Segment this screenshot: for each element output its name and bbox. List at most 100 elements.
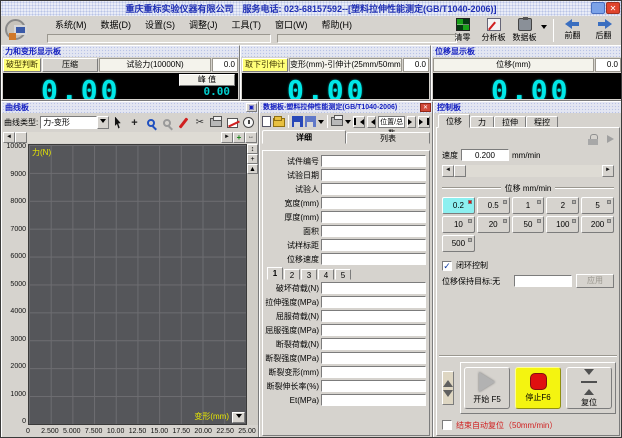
page-next-button[interactable]: 后翻 bbox=[588, 17, 619, 41]
scroll-track[interactable] bbox=[454, 165, 602, 177]
prev-record-button[interactable] bbox=[367, 116, 376, 128]
close-panel-button[interactable]: ✕ bbox=[420, 103, 431, 112]
plot-options-button[interactable] bbox=[232, 412, 245, 423]
speed-input[interactable]: 0.200 bbox=[461, 149, 509, 161]
timer-button[interactable] bbox=[242, 115, 256, 130]
curve-type-select[interactable]: 力-变形 bbox=[40, 116, 109, 129]
scroll-thumb[interactable] bbox=[454, 165, 466, 177]
hold-target-input[interactable] bbox=[514, 275, 572, 287]
scroll-left-icon[interactable]: ◄ bbox=[442, 165, 454, 177]
speed-preset-button[interactable]: 10 bbox=[442, 216, 475, 233]
field-input[interactable] bbox=[321, 197, 426, 209]
menu-item[interactable]: 系统(M) bbox=[49, 16, 95, 33]
reset-button[interactable]: 复位 bbox=[566, 367, 612, 409]
toolbar-dropdown-icon[interactable] bbox=[541, 25, 547, 32]
speed-preset-button[interactable]: 200 bbox=[581, 216, 614, 233]
specimen-subtab[interactable]: 2 bbox=[284, 269, 300, 280]
control-tab[interactable]: 位移 bbox=[438, 114, 470, 128]
cursor-tool-button[interactable] bbox=[111, 115, 125, 130]
specimen-subtab[interactable]: 1 bbox=[267, 267, 283, 280]
save-button[interactable] bbox=[292, 114, 303, 129]
field-input[interactable] bbox=[321, 338, 426, 350]
open-button[interactable] bbox=[273, 114, 285, 129]
closed-loop-checkbox[interactable]: ✓ bbox=[442, 261, 452, 271]
scroll-left-icon[interactable]: ◄ bbox=[3, 132, 15, 143]
speed-preset-button[interactable]: 0.5 bbox=[477, 197, 510, 214]
scroll-thumb[interactable] bbox=[15, 132, 27, 143]
expand-right-icon[interactable] bbox=[607, 135, 614, 143]
speed-preset-button[interactable]: 1 bbox=[512, 197, 545, 214]
chart-vertical-scrollbar[interactable]: ↕ + ▲ bbox=[247, 144, 258, 425]
specimen-subtab[interactable]: 4 bbox=[318, 269, 334, 280]
field-input[interactable] bbox=[321, 310, 426, 322]
field-input[interactable] bbox=[321, 211, 426, 223]
next-record-button[interactable] bbox=[407, 116, 416, 128]
cut-button[interactable]: ✂ bbox=[193, 115, 207, 130]
field-input[interactable] bbox=[321, 225, 426, 237]
field-input[interactable] bbox=[321, 183, 426, 195]
field-input[interactable] bbox=[321, 253, 426, 265]
menu-item[interactable]: 窗口(W) bbox=[269, 16, 316, 33]
field-input[interactable] bbox=[321, 352, 426, 364]
apply-button[interactable]: 应用 bbox=[576, 274, 614, 288]
break-detect-button[interactable]: 破型判断 bbox=[3, 58, 41, 72]
chart-plot-area[interactable]: 力(N) 变形(mm) bbox=[28, 144, 247, 425]
page-prev-button[interactable]: 前翻 bbox=[557, 17, 588, 41]
last-record-button[interactable] bbox=[418, 116, 430, 128]
zoom-in-button[interactable] bbox=[144, 115, 158, 130]
print-button[interactable] bbox=[331, 114, 343, 129]
start-button[interactable]: 开始 F5 bbox=[464, 367, 510, 409]
scroll-right-icon[interactable]: ► bbox=[602, 165, 614, 177]
annotate-pen-button[interactable] bbox=[176, 115, 190, 130]
data-board-button[interactable]: 数据板 bbox=[509, 17, 540, 43]
speed-preset-button[interactable]: 2 bbox=[546, 197, 579, 214]
crosshair-tool-button[interactable]: + bbox=[127, 115, 141, 130]
auto-reset-checkbox[interactable] bbox=[442, 420, 452, 430]
field-input[interactable] bbox=[321, 239, 426, 251]
jog-button[interactable] bbox=[442, 371, 454, 405]
field-input[interactable] bbox=[321, 394, 426, 406]
menu-item[interactable]: 帮助(H) bbox=[316, 16, 361, 33]
minimize-button[interactable] bbox=[591, 2, 605, 14]
menu-item[interactable]: 设置(S) bbox=[139, 16, 183, 33]
field-input[interactable] bbox=[321, 324, 426, 336]
export-button[interactable] bbox=[305, 114, 316, 129]
zoom-out-button[interactable] bbox=[160, 115, 174, 130]
restore-panel-button[interactable]: ▣ bbox=[246, 103, 257, 112]
data-tab[interactable]: 列表 bbox=[346, 132, 430, 144]
data-tab[interactable]: 详细 bbox=[262, 130, 346, 144]
field-input[interactable] bbox=[321, 380, 426, 392]
chevron-down-icon[interactable] bbox=[97, 116, 109, 129]
new-record-button[interactable] bbox=[262, 114, 271, 129]
specimen-subtab[interactable]: 3 bbox=[301, 269, 317, 280]
print-dropdown-icon[interactable] bbox=[345, 120, 351, 127]
save-dropdown-icon[interactable] bbox=[318, 120, 324, 127]
field-input[interactable] bbox=[321, 296, 426, 308]
scroll-up-icon[interactable]: ▲ bbox=[247, 164, 258, 174]
lock-icon[interactable] bbox=[588, 134, 599, 145]
print-chart-button[interactable] bbox=[209, 115, 223, 130]
speed-preset-button[interactable]: 500 bbox=[442, 235, 475, 252]
chart-horizontal-scrollbar[interactable]: ◄ ► + ↔ bbox=[3, 132, 257, 143]
menu-item[interactable]: 数据(D) bbox=[95, 16, 140, 33]
zoom-reset-vertical-icon[interactable]: + bbox=[247, 154, 258, 164]
specimen-subtab[interactable]: 5 bbox=[335, 269, 351, 280]
scroll-right-icon[interactable]: ► bbox=[221, 132, 233, 143]
speed-preset-button[interactable]: 20 bbox=[477, 216, 510, 233]
menu-item[interactable]: 调整(J) bbox=[183, 16, 226, 33]
first-record-button[interactable] bbox=[353, 116, 365, 128]
clear-zero-button[interactable]: 清零 bbox=[447, 17, 478, 43]
stop-button[interactable]: 停止F6 bbox=[515, 367, 561, 409]
menu-item[interactable]: 工具(T) bbox=[226, 16, 270, 33]
speed-preset-button[interactable]: 5 bbox=[581, 197, 614, 214]
chart-style-button[interactable] bbox=[225, 115, 239, 130]
close-button[interactable]: ✕ bbox=[606, 2, 620, 14]
scroll-track[interactable] bbox=[15, 132, 221, 143]
fit-horizontal-icon[interactable]: ↔ bbox=[245, 132, 257, 143]
speed-preset-button[interactable]: 100 bbox=[546, 216, 579, 233]
compression-button[interactable]: 压缩 bbox=[42, 58, 98, 72]
fit-vertical-icon[interactable]: ↕ bbox=[247, 144, 258, 154]
field-input[interactable] bbox=[321, 155, 426, 167]
speed-preset-button[interactable]: 0.2 bbox=[442, 197, 475, 214]
speed-scrollbar[interactable]: ◄ ► bbox=[442, 165, 614, 177]
